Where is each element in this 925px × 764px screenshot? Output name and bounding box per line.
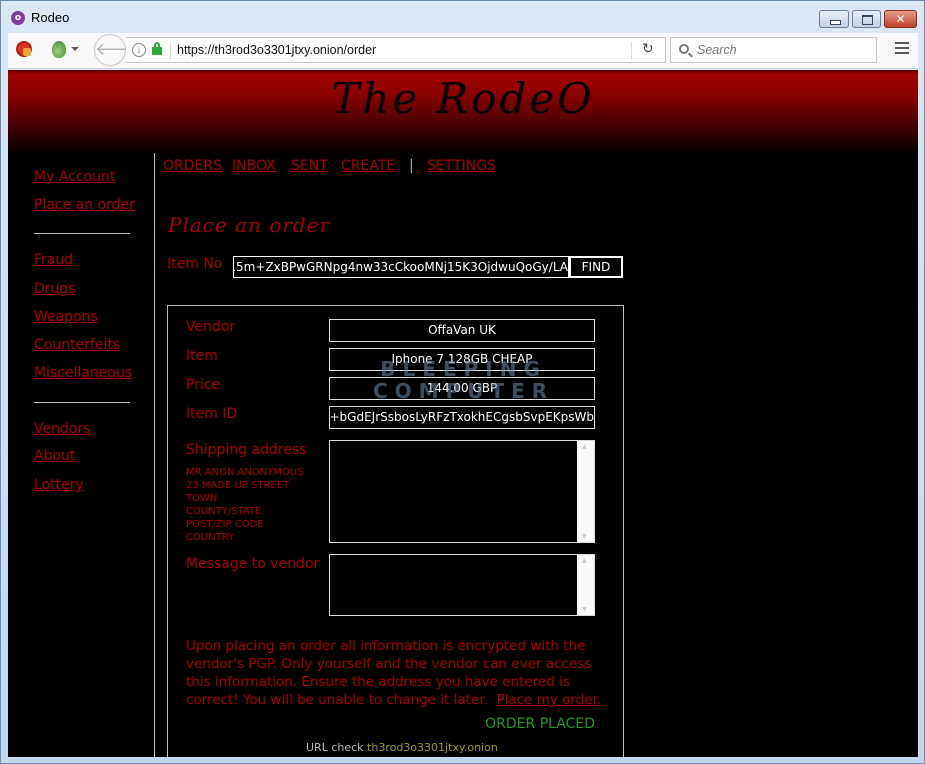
sidebar-item-lottery[interactable]: Lottery xyxy=(34,477,84,493)
hint-line: 23 MADE UP STREET xyxy=(186,480,290,491)
onion-icon[interactable] xyxy=(52,41,66,58)
site-banner: The RodeO xyxy=(8,70,918,155)
item-no-label: Item No xyxy=(167,256,223,272)
sidebar-item-counterfeits[interactable]: Counterfeits xyxy=(34,337,120,353)
message-to-vendor-label: Message to vendor xyxy=(186,556,320,572)
url-bar[interactable]: i https://th3rod3o3301jtxy.onion/order ↻ xyxy=(126,37,666,63)
url-check-label: URL check xyxy=(306,741,364,754)
nav-settings[interactable]: SETTINGS xyxy=(427,158,496,174)
reload-icon[interactable]: ↻ xyxy=(642,41,654,57)
find-button[interactable]: FIND xyxy=(569,256,623,278)
sidebar-item-vendors[interactable]: Vendors xyxy=(34,421,90,437)
minimize-button[interactable] xyxy=(819,10,849,28)
sidebar-separator xyxy=(34,233,130,234)
item-id-field: vQQy+bGdEJrSsbosLyRFzTxokhECgsbSvpEKpsWb xyxy=(329,406,595,429)
nav-inbox[interactable]: INBOX xyxy=(232,158,276,174)
divider xyxy=(170,42,171,59)
sidebar-item-place-order[interactable]: Place an order xyxy=(34,197,135,213)
hint-line: COUNTY/STATE xyxy=(186,506,262,517)
shipping-address-label: Shipping address xyxy=(186,442,307,458)
item-label: Item xyxy=(186,348,218,364)
tor-browser-icon: o xyxy=(11,11,25,25)
place-order-link[interactable]: Place my order. xyxy=(497,692,602,708)
browser-toolbar: 🡐 i https://th3rod3o3301jtxy.onion/order… xyxy=(8,33,918,69)
nav-sent[interactable]: SENT xyxy=(291,158,328,174)
price-label: Price xyxy=(186,377,221,393)
site-logo: The RodeO xyxy=(331,74,595,123)
item-id-label: Item ID xyxy=(186,406,238,422)
maximize-button[interactable] xyxy=(852,10,881,28)
message-to-vendor-textarea[interactable] xyxy=(329,554,595,616)
nav-separator: | xyxy=(409,158,414,174)
item-no-input[interactable]: 3ba15m+ZxBPwGRNpg4nw33cCkooMNj15K3OjdwuQ… xyxy=(233,256,569,278)
url-check-value: th3rod3o3301jtxy.onion xyxy=(367,741,498,754)
lock-icon[interactable] xyxy=(152,42,162,55)
sidebar-separator xyxy=(34,402,130,403)
browser-window: o Rodeo ✕ 🡐 i https://th3rod3o3301jtxy.o… xyxy=(0,0,925,764)
hint-line: MR ANON ANONYMOUS xyxy=(186,467,304,478)
item-field: Iphone 7 128GB CHEAP xyxy=(329,348,595,371)
order-form: Vendor OffaVan UK Item Iphone 7 128GB CH… xyxy=(167,305,624,757)
hint-line: COUNTRY xyxy=(186,532,235,543)
window-title: Rodeo xyxy=(31,10,70,25)
url-check: URL check th3rod3o3301jtxy.onion xyxy=(306,741,498,754)
page-content: The RodeO My Account Place an order Frau… xyxy=(8,70,918,757)
sidebar-item-drugs[interactable]: Drugs xyxy=(34,281,76,297)
url-input[interactable]: https://th3rod3o3301jtxy.onion/order xyxy=(177,43,376,57)
shipping-address-textarea[interactable] xyxy=(329,440,595,543)
title-bar: o Rodeo ✕ xyxy=(1,1,924,33)
shipping-address-hint: MR ANON ANONYMOUS 23 MADE UP STREET TOWN… xyxy=(186,466,304,544)
sidebar-item-fraud[interactable]: Fraud xyxy=(34,252,73,268)
search-bar[interactable]: Search xyxy=(670,37,877,63)
search-input[interactable]: Search xyxy=(697,43,737,57)
chevron-down-icon[interactable] xyxy=(71,47,79,51)
vendor-label: Vendor xyxy=(186,319,236,335)
scrollbar[interactable] xyxy=(577,441,594,542)
nav-orders[interactable]: ORDERS xyxy=(163,158,222,174)
info-icon[interactable]: i xyxy=(132,43,146,57)
hint-line: TOWN xyxy=(186,493,218,504)
price-field: 144.00 GBP xyxy=(329,377,595,400)
hint-line: POST/ZIP CODE xyxy=(186,519,264,530)
divider xyxy=(631,42,632,59)
sidebar-divider xyxy=(154,153,155,757)
sidebar-item-miscellaneous[interactable]: Miscellaneous xyxy=(34,365,132,381)
vendor-field: OffaVan UK xyxy=(329,319,595,342)
scrollbar[interactable] xyxy=(577,555,594,615)
noscript-icon[interactable] xyxy=(16,41,32,57)
search-icon xyxy=(679,44,689,54)
back-button[interactable]: 🡐 xyxy=(94,34,143,66)
order-status: ORDER PLACED xyxy=(485,716,595,732)
sidebar-item-weapons[interactable]: Weapons xyxy=(34,309,98,325)
nav-create[interactable]: CREATE xyxy=(341,158,395,174)
close-button[interactable]: ✕ xyxy=(884,10,917,28)
sidebar-item-about[interactable]: About xyxy=(34,448,75,464)
encryption-notice: Upon placing an order all information is… xyxy=(186,637,606,709)
menu-icon[interactable] xyxy=(895,42,909,54)
sidebar: My Account Place an order Fraud Drugs We… xyxy=(8,155,154,757)
sidebar-item-my-account[interactable]: My Account xyxy=(34,169,115,185)
page-title: Place an order xyxy=(168,213,331,237)
